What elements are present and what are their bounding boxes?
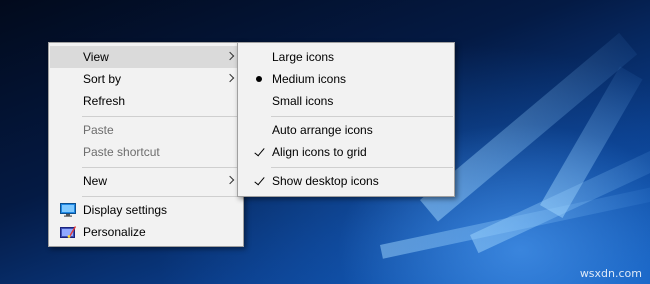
menu-item-label: Small icons xyxy=(272,94,334,108)
menu-item-label: Personalize xyxy=(83,225,146,239)
menu-item-new[interactable]: New xyxy=(50,170,242,192)
view-submenu: Large icons Medium icons Small icons Aut… xyxy=(237,42,455,197)
menu-item-label: View xyxy=(83,50,109,64)
menu-item-label: Paste xyxy=(83,123,114,137)
menu-item-label: Align icons to grid xyxy=(272,145,367,159)
submenu-item-show-desktop-icons[interactable]: Show desktop icons xyxy=(239,170,453,192)
menu-separator xyxy=(82,196,242,197)
paintbrush-icon xyxy=(60,226,76,238)
checkmark-icon xyxy=(254,145,265,157)
watermark: wsxdn.com xyxy=(579,267,642,280)
menu-item-label: Medium icons xyxy=(272,72,347,86)
menu-item-display-settings[interactable]: Display settings xyxy=(50,199,242,221)
chevron-right-icon xyxy=(225,73,235,83)
light-beam xyxy=(380,186,650,259)
submenu-item-auto-arrange[interactable]: Auto arrange icons xyxy=(239,119,453,141)
menu-separator xyxy=(271,167,453,168)
chevron-right-icon xyxy=(225,175,235,185)
menu-item-label: Large icons xyxy=(272,50,335,64)
chevron-right-icon xyxy=(225,51,235,61)
menu-item-label: Refresh xyxy=(83,94,126,108)
bullet-icon xyxy=(256,76,262,82)
menu-item-paste[interactable]: Paste xyxy=(50,119,242,141)
submenu-item-small-icons[interactable]: Small icons xyxy=(239,90,453,112)
checkmark-icon xyxy=(254,174,265,186)
menu-item-label: Display settings xyxy=(83,203,168,217)
desktop-context-menu: View Sort by Refresh Paste Paste shortcu… xyxy=(48,42,244,247)
menu-separator xyxy=(82,167,242,168)
menu-item-refresh[interactable]: Refresh xyxy=(50,90,242,112)
submenu-item-medium-icons[interactable]: Medium icons xyxy=(239,68,453,90)
menu-item-sort-by[interactable]: Sort by xyxy=(50,68,242,90)
submenu-item-large-icons[interactable]: Large icons xyxy=(239,46,453,68)
menu-item-label: New xyxy=(83,174,108,188)
menu-item-paste-shortcut[interactable]: Paste shortcut xyxy=(50,141,242,163)
menu-item-label: Auto arrange icons xyxy=(272,123,373,137)
menu-item-personalize[interactable]: Personalize xyxy=(50,221,242,243)
menu-item-view[interactable]: View xyxy=(50,46,242,68)
menu-separator xyxy=(271,116,453,117)
menu-item-label: Paste shortcut xyxy=(83,145,160,159)
menu-item-label: Show desktop icons xyxy=(272,174,379,188)
menu-separator xyxy=(82,116,242,117)
monitor-icon xyxy=(60,203,76,217)
menu-item-label: Sort by xyxy=(83,72,122,86)
submenu-item-align-to-grid[interactable]: Align icons to grid xyxy=(239,141,453,163)
